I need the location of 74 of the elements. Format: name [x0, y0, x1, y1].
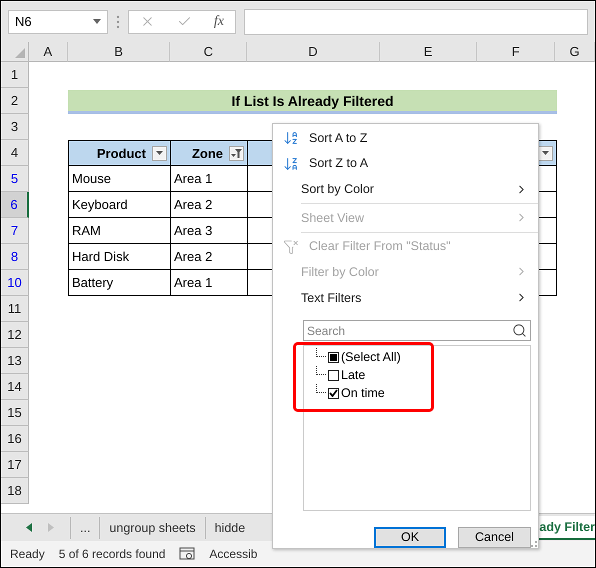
row-header[interactable]: 15 [1, 400, 29, 426]
row-header[interactable]: 16 [1, 426, 29, 452]
row-header[interactable]: 12 [1, 322, 29, 348]
table-cell: Area 2 [171, 244, 248, 270]
macro-recording-icon[interactable] [179, 547, 196, 561]
row-header[interactable]: 11 [1, 296, 29, 322]
column-header[interactable]: F [477, 42, 556, 62]
row-header[interactable]: 13 [1, 348, 29, 374]
checkbox[interactable] [328, 352, 339, 363]
header-label: Zone [192, 146, 223, 160]
value-label: On time [341, 386, 385, 400]
table-cell: Area 3 [171, 218, 248, 244]
sheet-tab[interactable]: hidde [204, 516, 254, 538]
table-cell: Area 1 [171, 270, 248, 296]
menu-item[interactable]: Text Filters [273, 284, 538, 310]
row-header[interactable]: 10 [1, 270, 29, 296]
filter-button[interactable] [538, 146, 553, 160]
table-cell: Keyboard [68, 192, 171, 218]
column-header[interactable]: A [28, 42, 68, 62]
grip-icon [116, 14, 120, 28]
column-header[interactable]: B [68, 42, 170, 62]
ok-button[interactable]: OK [374, 526, 446, 548]
row-header[interactable]: 5 [1, 166, 29, 192]
status-ready: Ready [10, 547, 45, 561]
row-header[interactable]: 2 [1, 88, 29, 114]
checkbox[interactable] [328, 388, 339, 399]
previous-sheet-icon[interactable] [26, 523, 32, 532]
table-cell: Battery [68, 270, 171, 296]
value-label: Late [341, 368, 366, 382]
sort-descending-icon [283, 156, 299, 172]
column-header[interactable]: D [247, 42, 380, 62]
table-cell: Hard Disk [68, 244, 171, 270]
column-header[interactable]: C [170, 42, 248, 62]
table-cell: Mouse [68, 166, 171, 192]
sheet-tab[interactable]: ... [70, 516, 100, 538]
filter-button[interactable] [229, 146, 244, 160]
caret-icon [156, 151, 163, 155]
records-found: 5 of 6 records found [58, 547, 166, 561]
filter-button[interactable] [152, 146, 167, 160]
menu-item[interactable]: Sort Z to A [273, 150, 538, 176]
accessibility-status[interactable]: Accessib [209, 547, 258, 561]
dropdown-caret-icon [93, 19, 101, 24]
caret-icon [542, 151, 549, 155]
sheet-title: If List Is Already Filtered [68, 90, 557, 114]
header-label: Product [96, 146, 146, 160]
row-header[interactable]: 7 [1, 218, 29, 244]
menu-item[interactable]: Sort by Color [273, 176, 538, 202]
sort-ascending-icon [283, 130, 299, 146]
cancel-button[interactable]: Cancel [458, 526, 531, 548]
value-label: (Select All) [341, 350, 401, 364]
row-header[interactable]: 18 [1, 478, 29, 504]
row-header[interactable]: 1 [1, 62, 29, 88]
row-header[interactable]: 4 [1, 140, 29, 166]
row-header[interactable]: 17 [1, 452, 29, 478]
checkbox[interactable] [328, 370, 339, 381]
name-box[interactable]: N6 [8, 10, 108, 34]
menu-item[interactable]: Sort A to Z [273, 125, 538, 151]
table-cell: Area 1 [171, 166, 248, 192]
table-cell: RAM [68, 218, 171, 244]
row-header[interactable]: 6 [1, 192, 29, 218]
table-cell: Area 2 [171, 192, 248, 218]
sheet-tab[interactable]: ungroup sheets [99, 516, 205, 538]
search-icon [512, 323, 527, 338]
insert-function-button[interactable]: fx [214, 14, 224, 30]
column-header[interactable]: E [380, 42, 478, 62]
column-header[interactable]: G [555, 42, 595, 62]
row-header[interactable]: 14 [1, 374, 29, 400]
row-header[interactable]: 3 [1, 114, 29, 140]
filter-icon [231, 148, 242, 158]
search-field[interactable]: Search [303, 320, 531, 342]
row-header[interactable]: 8 [1, 244, 29, 270]
clear-filter-icon [283, 238, 299, 255]
formula-input[interactable] [244, 8, 588, 34]
resize-grip-icon[interactable] [529, 539, 537, 547]
